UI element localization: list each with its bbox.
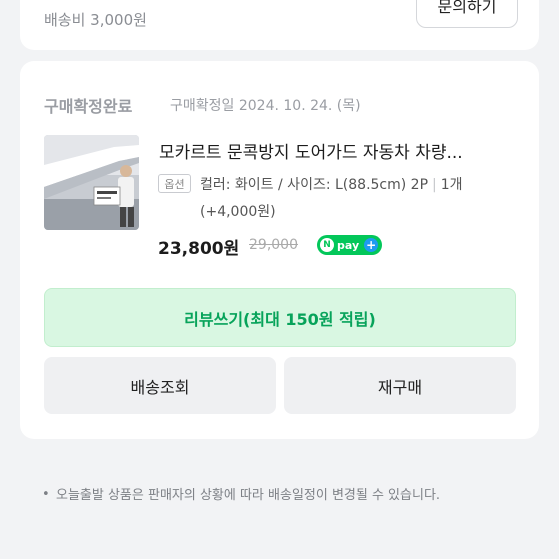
order-status: 구매확정완료 [44, 97, 133, 116]
shipping-card: 배송비 3,000원 문의하기 [20, 0, 539, 50]
confirm-date: 구매확정일 2024. 10. 24. (목) [170, 98, 361, 114]
shipping-fee: 배송비 3,000원 [44, 11, 147, 29]
option-text: 컬러: 화이트 / 사이즈: L(88.5cm) 2P [200, 177, 429, 193]
product-thumbnail[interactable] [44, 135, 139, 230]
inquiry-button[interactable]: 문의하기 [416, 0, 518, 28]
write-review-button[interactable]: 리뷰쓰기(최대 150원 적립) [44, 288, 516, 347]
npay-badge: N pay + [317, 235, 382, 255]
rebuy-button[interactable]: 재구매 [284, 357, 516, 414]
sale-price: 23,800원 [158, 239, 240, 259]
product-title[interactable]: 모카르트 문콕방지 도어가드 자동차 차량... [159, 138, 519, 163]
original-price: 29,000 [249, 237, 298, 253]
option-quantity: 1개 [440, 177, 463, 193]
npay-label: pay [337, 238, 360, 252]
option-extra-price: (+4,000원) [200, 204, 276, 220]
product-photo [44, 135, 139, 230]
track-delivery-button[interactable]: 배송조회 [44, 357, 276, 414]
shipping-notice: 오늘출발 상품은 판매자의 상황에 따라 배송일정이 변경될 수 있습니다. [56, 488, 441, 503]
option-badge: 옵션 [158, 174, 191, 193]
order-card: 구매확정완료 구매확정일 2024. 10. 24. (목) 모카르트 문콕방지… [20, 61, 539, 439]
option-line: 컬러: 화이트 / 사이즈: L(88.5cm) 2P | 1개 [200, 174, 463, 194]
npay-plus-icon: + [364, 238, 379, 252]
notice-bullet: • [42, 487, 50, 502]
option-separator: | [432, 177, 437, 193]
npay-n-icon: N [320, 238, 334, 252]
